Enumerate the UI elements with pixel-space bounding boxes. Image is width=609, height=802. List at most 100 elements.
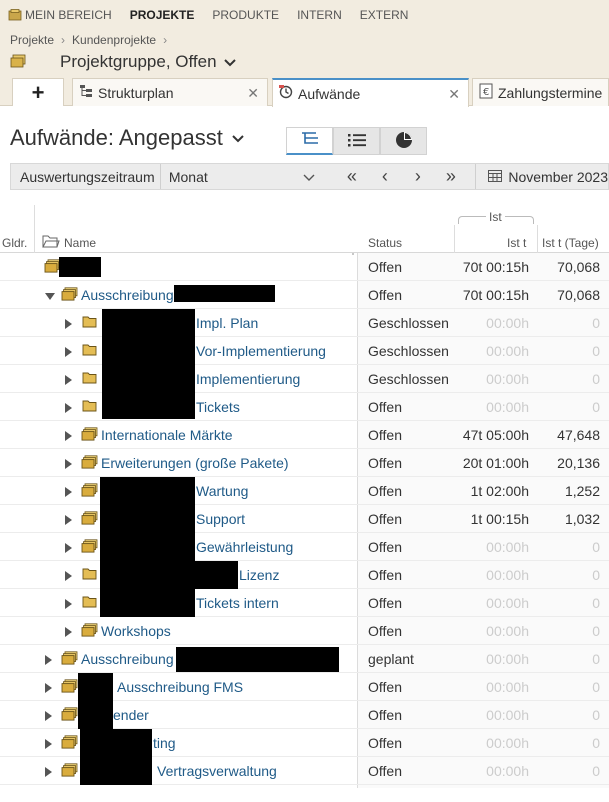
chevron-down-icon[interactable] bbox=[223, 52, 236, 72]
expand-icon[interactable] bbox=[65, 345, 75, 357]
home-icon bbox=[8, 9, 22, 21]
table-row[interactable]: Tickets intern Offen 00:00h 0 bbox=[0, 589, 609, 617]
expand-icon[interactable] bbox=[65, 373, 75, 385]
breadcrumb-projekte[interactable]: Projekte bbox=[10, 33, 54, 47]
row-name[interactable]: Ausschreibung bbox=[81, 287, 174, 303]
row-name[interactable]: ender bbox=[113, 707, 149, 723]
row-ist-tage: 0 bbox=[592, 707, 600, 723]
row-name[interactable]: Ausschreibung FMS bbox=[117, 679, 243, 695]
nav-projekte[interactable]: PROJEKTE bbox=[130, 8, 195, 22]
table-row[interactable]: Ausschreibung Offen 70t 00:15h 70,068 bbox=[0, 281, 609, 309]
table-row[interactable]: Implementierung Geschlossen 00:00h 0 bbox=[0, 365, 609, 393]
row-name[interactable]: Vertragsverwaltung bbox=[157, 763, 277, 779]
row-ist-tage: 0 bbox=[592, 343, 600, 359]
project-title[interactable]: Projektgruppe, Offen bbox=[10, 52, 236, 72]
row-name[interactable]: Internationale Märkte bbox=[101, 427, 233, 443]
tab-aufwaende[interactable]: Aufwände ✕ bbox=[272, 78, 469, 107]
table-row[interactable]: Vertragsverwaltung Offen 00:00h 0 bbox=[0, 757, 609, 785]
expand-icon[interactable] bbox=[65, 429, 75, 441]
close-icon[interactable]: ✕ bbox=[448, 86, 460, 103]
folder-icon bbox=[82, 371, 98, 385]
row-name[interactable]: Gewährleistung bbox=[196, 539, 293, 555]
row-name[interactable]: Workshops bbox=[101, 623, 171, 639]
table-row[interactable]: Workshops Offen 00:00h 0 bbox=[0, 617, 609, 645]
collapse-icon[interactable] bbox=[45, 289, 55, 301]
expand-icon[interactable] bbox=[45, 681, 55, 693]
table-row[interactable]: Lizenz Offen 00:00h 0 bbox=[0, 561, 609, 589]
header-ist-t[interactable]: Ist t bbox=[507, 236, 526, 250]
first-period-icon[interactable]: « bbox=[335, 166, 368, 187]
expand-icon[interactable] bbox=[65, 485, 75, 497]
expand-icon[interactable] bbox=[65, 317, 75, 329]
row-ist-t: 1t 02:00h bbox=[470, 483, 529, 499]
nav-extern[interactable]: EXTERN bbox=[360, 8, 409, 22]
header-gldr[interactable]: Gldr. bbox=[2, 236, 27, 250]
nav-mein-bereich[interactable]: MEIN BEREICH bbox=[8, 8, 112, 22]
structure-icon bbox=[79, 84, 93, 101]
chart-view-button[interactable] bbox=[380, 127, 427, 155]
header-status[interactable]: Status bbox=[368, 236, 402, 250]
expand-icon[interactable] bbox=[45, 737, 55, 749]
expand-icon[interactable] bbox=[65, 625, 75, 637]
table-row[interactable]: Tickets Offen 00:00h 0 bbox=[0, 393, 609, 421]
expand-icon[interactable] bbox=[65, 569, 75, 581]
row-name[interactable]: Ausschreibung bbox=[81, 651, 174, 667]
table-row[interactable]: Ausschreibung geplant 00:00h 0 bbox=[0, 645, 609, 673]
redacted-block bbox=[174, 285, 275, 302]
folder-group-icon bbox=[44, 259, 61, 273]
row-name[interactable]: Support bbox=[196, 511, 245, 527]
table-row[interactable]: Erweiterungen (große Pakete) Offen 20t 01:… bbox=[0, 449, 609, 477]
redacted-block bbox=[100, 589, 195, 617]
chevron-down-icon[interactable] bbox=[232, 131, 244, 146]
row-status: Offen bbox=[368, 455, 402, 471]
tab-zahlungstermine[interactable]: € Zahlungstermine bbox=[472, 78, 609, 106]
view-switch bbox=[286, 127, 427, 155]
table-row[interactable]: Internationale Märkte Offen 47t 05:00h 47,6… bbox=[0, 421, 609, 449]
expand-icon[interactable] bbox=[65, 457, 75, 469]
expand-icon[interactable] bbox=[65, 597, 75, 609]
period-unit-select[interactable]: Monat bbox=[161, 164, 324, 189]
tab-strukturplan[interactable]: Strukturplan ✕ bbox=[72, 78, 268, 106]
table-row[interactable]: Wartung Offen 1t 02:00h 1,252 bbox=[0, 477, 609, 505]
row-name[interactable]: Implementierung bbox=[196, 371, 300, 387]
folder-icon bbox=[82, 567, 98, 581]
nav-produkte[interactable]: PRODUKTE bbox=[212, 8, 279, 22]
tree-view-button[interactable] bbox=[286, 127, 333, 155]
close-icon[interactable]: ✕ bbox=[247, 85, 259, 102]
row-status: Offen bbox=[368, 763, 402, 779]
row-name[interactable]: Erweiterungen (große Pakete) bbox=[101, 455, 289, 471]
expand-icon[interactable] bbox=[45, 765, 55, 777]
nav-intern[interactable]: INTERN bbox=[297, 8, 342, 22]
period-picker[interactable]: November 2023 bbox=[475, 164, 608, 189]
expand-icon[interactable] bbox=[45, 709, 55, 721]
table-row[interactable]: Offen 70t 00:15h 70,068 bbox=[0, 253, 609, 281]
header-ist-tage[interactable]: Ist t (Tage) bbox=[542, 236, 599, 250]
table-row[interactable]: Impl. Plan Geschlossen 00:00h 0 bbox=[0, 309, 609, 337]
row-name[interactable]: Tickets bbox=[196, 399, 240, 415]
breadcrumb-kundenprojekte[interactable]: Kundenprojekte bbox=[72, 33, 156, 47]
expand-icon[interactable] bbox=[65, 513, 75, 525]
table-row[interactable]: Ausschreibung FMS Offen 00:00h 0 bbox=[0, 673, 609, 701]
add-tab-button[interactable]: + bbox=[12, 78, 64, 106]
row-name[interactable]: Lizenz bbox=[239, 567, 279, 583]
table-row[interactable]: Support Offen 1t 00:15h 1,032 bbox=[0, 505, 609, 533]
expand-icon[interactable] bbox=[65, 401, 75, 413]
row-name[interactable]: Tickets intern bbox=[196, 595, 279, 611]
list-view-button[interactable] bbox=[333, 127, 380, 155]
table-row[interactable]: Gewährleistung Offen 00:00h 0 bbox=[0, 533, 609, 561]
table-row[interactable]: ting Offen 00:00h 0 bbox=[0, 729, 609, 757]
table-row[interactable]: ender Offen 00:00h 0 bbox=[0, 701, 609, 729]
table-row[interactable]: Vor-Implementierung Geschlossen 00:00h 0 bbox=[0, 337, 609, 365]
row-name[interactable]: Impl. Plan bbox=[196, 315, 258, 331]
expand-icon[interactable] bbox=[45, 653, 55, 665]
header-name[interactable]: Name bbox=[64, 236, 96, 250]
previous-period-icon[interactable]: ‹ bbox=[368, 166, 401, 187]
expand-icon[interactable] bbox=[65, 541, 75, 553]
row-name[interactable]: ting bbox=[153, 735, 176, 751]
last-period-icon[interactable]: » bbox=[434, 166, 467, 187]
view-header[interactable]: Aufwände: Angepasst bbox=[10, 125, 244, 151]
next-period-icon[interactable]: › bbox=[401, 166, 434, 187]
row-name[interactable]: Vor-Implementierung bbox=[196, 343, 326, 359]
row-name[interactable]: Wartung bbox=[196, 483, 248, 499]
folder-group-icon bbox=[61, 735, 78, 749]
